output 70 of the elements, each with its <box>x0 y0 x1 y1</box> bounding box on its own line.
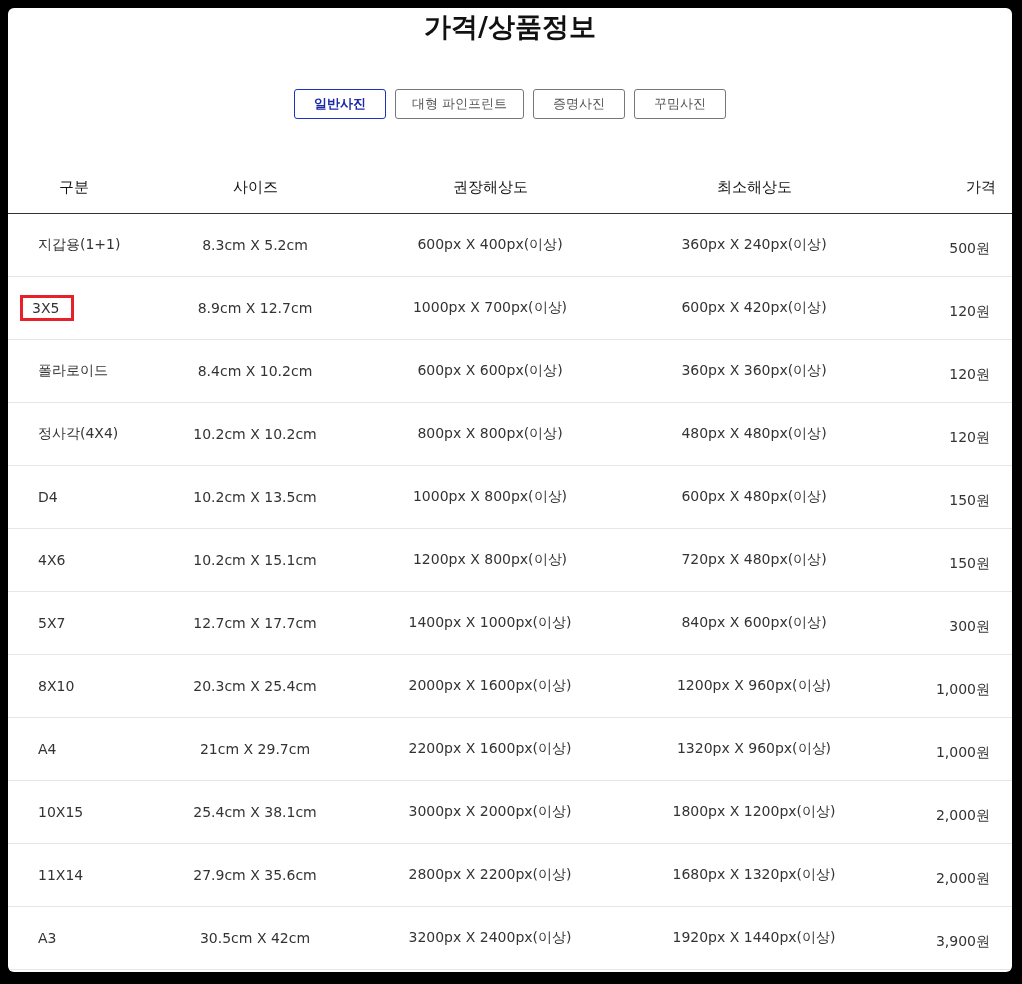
table-cell-text: 10.2cm X 10.2cm <box>192 425 318 444</box>
table-cell-text: 21cm X 29.7cm <box>198 740 312 759</box>
table-cell-text: 25.4cm X 38.1cm <box>192 803 318 822</box>
table-cell-text: 4X6 <box>37 551 67 570</box>
column-header: 사이즈 <box>231 177 279 197</box>
table-cell-text: 2200px X 1600px(이상) <box>407 739 573 758</box>
category-tab[interactable]: 일반사진 <box>293 89 386 119</box>
table-cell-text: 1680px X 1320px(이상) <box>671 865 837 884</box>
table-cell-text: 1000px X 800px(이상) <box>411 487 569 506</box>
category-tab[interactable]: 증명사진 <box>533 89 626 119</box>
category-tab[interactable]: 대형 파인프린트 <box>394 89 525 119</box>
table-cell-text: A4 <box>37 740 58 759</box>
table-cell-text: D4 <box>37 488 59 507</box>
table-cell-text: 12.7cm X 17.7cm <box>192 614 318 633</box>
table-cell-text: 500원 <box>948 239 991 258</box>
table-cell-text: 폴라로이드 <box>37 361 109 380</box>
table-cell-text: 360px X 240px(이상) <box>680 235 828 254</box>
table-cell-text: 1,000원 <box>934 743 991 762</box>
table-cell-text: 10X15 <box>37 803 85 822</box>
table-cell-text: 150원 <box>948 554 991 573</box>
table-cell-text: 600px X 480px(이상) <box>680 487 828 506</box>
table-cell-text: 600px X 600px(이상) <box>416 361 564 380</box>
table-cell-text: 8.3cm X 5.2cm <box>201 236 309 255</box>
table-cell-text: 8.4cm X 10.2cm <box>196 362 314 381</box>
table-cell-text: 1400px X 1000px(이상) <box>407 613 573 632</box>
table-cell-text: 300원 <box>948 617 991 636</box>
page-title: 가격/상품정보 <box>423 10 597 42</box>
table-cell-text: 1920px X 1440px(이상) <box>671 928 837 947</box>
table-cell-text: 150원 <box>948 491 991 510</box>
table-cell-text: A3 <box>37 929 58 948</box>
table-cell-text: 2000px X 1600px(이상) <box>407 676 573 695</box>
table-cell-text: 1200px X 960px(이상) <box>675 676 833 695</box>
table-cell-text: 120원 <box>948 302 991 321</box>
table-cell-text: 120원 <box>948 365 991 384</box>
table-cell-text: 30.5cm X 42cm <box>198 929 312 948</box>
table-cell-text: 2,000원 <box>934 869 991 888</box>
column-header: 가격 <box>965 177 997 197</box>
table-cell-text: 1800px X 1200px(이상) <box>671 802 837 821</box>
table-cell-text: 2,000원 <box>934 806 991 825</box>
table-cell-text: 1320px X 960px(이상) <box>675 739 833 758</box>
table-cell-text: 10.2cm X 13.5cm <box>192 488 318 507</box>
table-cell-text: 1000px X 700px(이상) <box>411 298 569 317</box>
category-tab[interactable]: 꾸밈사진 <box>634 89 727 119</box>
table-cell-text: 120원 <box>948 428 991 447</box>
column-header: 권장해상도 <box>451 177 529 197</box>
table-cell-text: 600px X 400px(이상) <box>416 235 564 254</box>
table-cell-text: 8X10 <box>37 677 76 696</box>
table-cell-text: 3200px X 2400px(이상) <box>407 928 573 947</box>
table-cell-text: 3000px X 2000px(이상) <box>407 802 573 821</box>
table-cell-text: 800px X 800px(이상) <box>416 424 564 443</box>
column-header: 구분 <box>58 177 90 197</box>
table-cell-text: 2800px X 2200px(이상) <box>407 865 573 884</box>
column-header: 최소해상도 <box>715 177 793 197</box>
table-cell-text: 11X14 <box>37 866 85 885</box>
table-cell-text: 480px X 480px(이상) <box>680 424 828 443</box>
table-cell-text: 1200px X 800px(이상) <box>411 550 569 569</box>
table-cell-text: 10.2cm X 15.1cm <box>192 551 318 570</box>
table-cell-text: 1,000원 <box>934 680 991 699</box>
table-cell-text: 지갑용(1+1) <box>37 235 122 254</box>
table-cell-text: 27.9cm X 35.6cm <box>192 866 318 885</box>
table-cell-text: 360px X 360px(이상) <box>680 361 828 380</box>
table-cell-text: 5X7 <box>37 614 67 633</box>
table-cell-text: 정사각(4X4) <box>37 424 120 443</box>
table-cell-text: 840px X 600px(이상) <box>680 613 828 632</box>
table-cell: 3X5 <box>20 295 75 321</box>
table-cell-text: 8.9cm X 12.7cm <box>196 299 314 318</box>
table-cell-text: 3,900원 <box>934 932 991 951</box>
table-cell-text: 600px X 420px(이상) <box>680 298 828 317</box>
table-cell-text: 20.3cm X 25.4cm <box>192 677 318 696</box>
table-cell-text: 720px X 480px(이상) <box>680 550 828 569</box>
